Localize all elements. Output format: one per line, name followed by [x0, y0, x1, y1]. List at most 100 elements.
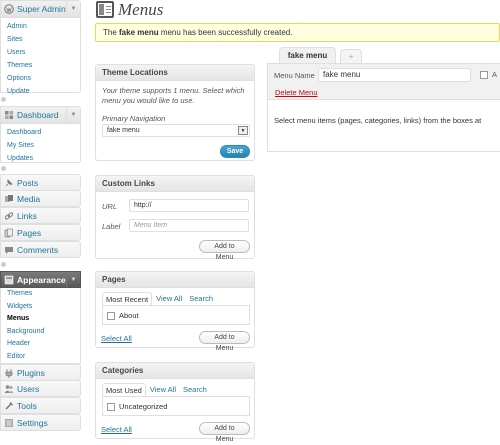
sidebar-item-background[interactable]: Background	[1, 326, 80, 339]
chevron-down-icon[interactable]: ▼	[66, 107, 80, 123]
sidebar-item-posts[interactable]: Posts	[0, 174, 81, 191]
sidebar-item-options[interactable]: Options	[1, 72, 80, 85]
list-item-label: About	[119, 311, 139, 320]
sidebar-item-links[interactable]: Links	[0, 207, 81, 224]
sidebar-item-pages[interactable]: Pages	[0, 224, 81, 241]
sidebar-item-editor[interactable]: Editor	[1, 351, 80, 364]
chevron-down-icon[interactable]: ▼	[66, 272, 80, 287]
chevron-down-icon[interactable]: ▼	[238, 126, 248, 135]
sidebar-item-label: Links	[17, 210, 37, 221]
sidebar-item-label: Users	[17, 383, 40, 394]
add-pages-button[interactable]: Add to Menu	[199, 331, 250, 352]
add-menu-tab[interactable]: +	[340, 49, 362, 64]
appearance-header[interactable]: Appearance ▼	[0, 271, 81, 288]
tab-search[interactable]: Search	[189, 292, 213, 306]
separator	[1, 166, 6, 171]
sidebar-item-sites[interactable]: Sites	[1, 33, 80, 46]
sidebar-item-plugins[interactable]: Plugins	[0, 364, 81, 381]
sidebar-item-update[interactable]: Update	[1, 85, 80, 98]
sidebar-item-label: Plugins	[17, 367, 45, 378]
sidebar-item-media[interactable]: Media	[0, 190, 81, 207]
chevron-down-icon[interactable]: ▼	[66, 1, 80, 17]
sidebar-item-comments[interactable]: Comments	[0, 241, 81, 258]
primary-navigation-select[interactable]: fake menu ▼	[102, 124, 250, 137]
checkbox[interactable]	[107, 403, 115, 412]
menu-editor: Menu Name fake menu A Delete Menu Select…	[267, 63, 500, 152]
auto-add-checkbox[interactable]	[480, 71, 488, 79]
menu-instructions: Select menu items (pages, categories, li…	[274, 116, 482, 125]
sidebar-item-themes[interactable]: Themes	[1, 59, 80, 72]
tab-view-all[interactable]: View All	[150, 383, 176, 397]
sidebar-item-label: Settings	[17, 417, 48, 428]
sidebar-item-header[interactable]: Header	[1, 338, 80, 351]
sidebar-item-menus[interactable]: Menus	[1, 313, 80, 326]
super-admin-label: Super Admin	[17, 4, 66, 14]
users-icon	[4, 384, 14, 393]
sidebar-item-my-sites[interactable]: My Sites	[1, 139, 80, 152]
theme-locations-description: Your theme supports 1 menu. Select which…	[102, 86, 245, 105]
sidebar-item-updates[interactable]: Updates	[1, 152, 80, 165]
notice-suffix: menu has been successfully created.	[158, 28, 293, 37]
sidebar-item-label: Media	[17, 193, 41, 204]
pages-title: Pages	[96, 272, 254, 288]
dashboard-menu: Dashboard ▼ Dashboard My Sites Updates	[0, 106, 81, 163]
save-button[interactable]: Save	[220, 145, 250, 158]
sidebar-item-label: Comments	[17, 244, 59, 255]
auto-add-label: A	[492, 70, 498, 79]
categories-box: Categories Most Used View All Search Unc…	[95, 362, 255, 443]
pin-icon	[5, 178, 13, 186]
sidebar-item-users[interactable]: Users	[1, 46, 80, 59]
dashboard-label: Dashboard	[17, 110, 59, 120]
super-admin-header[interactable]: Super Admin ▼	[1, 1, 80, 18]
sidebar-item-users[interactable]: Users	[0, 380, 81, 397]
menus-icon	[96, 1, 114, 18]
tab-fake-menu[interactable]: fake menu	[279, 47, 336, 64]
url-label: URL	[102, 202, 118, 211]
select-all-link[interactable]: Select All	[101, 334, 132, 343]
menu-name-input[interactable]: fake menu	[318, 68, 471, 82]
add-categories-button[interactable]: Add to Menu	[199, 422, 250, 443]
tab-most-used[interactable]: Most Used	[102, 383, 146, 397]
tab-search[interactable]: Search	[183, 383, 207, 397]
pages-tabs: Most Recent View All Search	[102, 292, 220, 306]
primary-navigation-label: Primary Navigation	[102, 114, 166, 123]
sidebar-item-settings[interactable]: Settings	[0, 414, 81, 431]
super-admin-menu: Super Admin ▼ Admin Sites Users Themes O…	[0, 0, 81, 95]
dashboard-icon	[5, 111, 13, 119]
separator	[1, 97, 6, 102]
appearance-label: Appearance	[17, 274, 66, 285]
comment-icon	[5, 246, 13, 254]
sidebar-item-label: Posts	[17, 177, 39, 188]
sidebar-item-admin[interactable]: Admin	[1, 20, 80, 33]
tab-view-all[interactable]: View All	[156, 292, 182, 306]
url-input[interactable]: http://	[129, 199, 249, 212]
checkbox[interactable]	[107, 312, 115, 321]
sidebar-item-label: Tools	[17, 400, 37, 411]
label-input[interactable]: Menu Item	[129, 219, 249, 232]
list-item-label: Uncategorized	[119, 402, 168, 411]
tab-most-recent[interactable]: Most Recent	[102, 292, 153, 306]
notice-prefix: The	[103, 28, 120, 37]
sidebar-item-themes[interactable]: Themes	[1, 288, 80, 301]
dashboard-header[interactable]: Dashboard ▼	[1, 107, 80, 124]
tools-icon	[5, 401, 14, 410]
appearance-icon	[4, 275, 14, 284]
pages-icon	[4, 228, 13, 237]
categories-tabs: Most Used View All Search	[102, 383, 214, 397]
theme-locations-title: Theme Locations	[96, 65, 254, 81]
sidebar-item-tools[interactable]: Tools	[0, 397, 81, 414]
sidebar-item-widgets[interactable]: Widgets	[1, 301, 80, 314]
admin-sidebar: Super Admin ▼ Admin Sites Users Themes O…	[0, 0, 81, 439]
separator	[1, 262, 6, 267]
link-icon	[4, 211, 14, 220]
add-custom-link-button[interactable]: Add to Menu	[199, 240, 250, 261]
notice-menu-name: fake menu	[119, 28, 159, 37]
sidebar-item-dashboard[interactable]: Dashboard	[1, 126, 80, 139]
pages-tab-panel: About	[102, 305, 250, 325]
sidebar-item-label: Pages	[17, 227, 42, 238]
list-item: Uncategorized	[107, 402, 168, 412]
categories-tab-panel: Uncategorized	[102, 396, 250, 416]
delete-menu-link[interactable]: Delete Menu	[275, 88, 318, 97]
menu-editor-header: Menu Name fake menu A Delete Menu	[268, 64, 500, 100]
select-all-link[interactable]: Select All	[101, 425, 132, 434]
